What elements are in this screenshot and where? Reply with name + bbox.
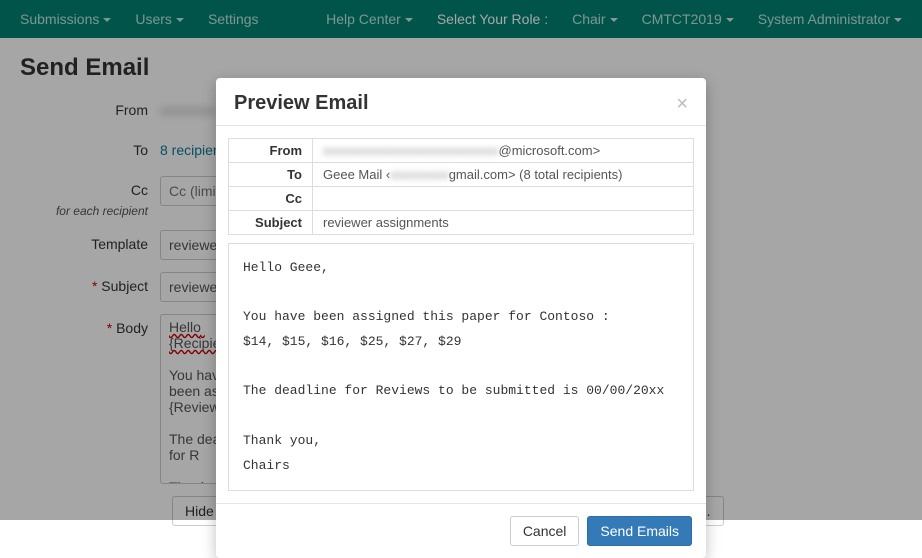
hdr-from-label: From	[229, 139, 313, 163]
hdr-from-value: xxxxxxxxxxxxxxxxxxxxxxxxxxx@microsoft.co…	[313, 139, 694, 163]
hdr-subject-value: reviewer assignments	[313, 211, 694, 235]
modal-header: Preview Email ×	[216, 78, 706, 126]
hdr-cc-label: Cc	[229, 187, 313, 211]
modal-title: Preview Email	[234, 92, 676, 115]
hdr-cc-value	[313, 187, 694, 211]
hdr-from-suffix: @microsoft.com>	[499, 143, 601, 158]
close-icon[interactable]: ×	[676, 94, 688, 114]
hdr-to-prefix: Geee Mail ‹	[323, 167, 390, 182]
hdr-to-label: To	[229, 163, 313, 187]
hdr-subject-label: Subject	[229, 211, 313, 235]
email-body-preview: Hello Geee, You have been assigned this …	[228, 243, 694, 491]
cancel-button[interactable]: Cancel	[510, 516, 580, 546]
hdr-to-blur: xxxxxxxxx	[390, 167, 449, 182]
hdr-subject-row: Subject reviewer assignments	[229, 211, 694, 235]
modal-body: From xxxxxxxxxxxxxxxxxxxxxxxxxxx@microso…	[216, 126, 706, 503]
hdr-from-row: From xxxxxxxxxxxxxxxxxxxxxxxxxxx@microso…	[229, 139, 694, 163]
hdr-to-row: To Geee Mail ‹xxxxxxxxxgmail.com> (8 tot…	[229, 163, 694, 187]
hdr-from-blur: xxxxxxxxxxxxxxxxxxxxxxxxxxx	[323, 143, 499, 158]
hdr-cc-row: Cc	[229, 187, 694, 211]
preview-email-modal: Preview Email × From xxxxxxxxxxxxxxxxxxx…	[216, 78, 706, 558]
hdr-to-value: Geee Mail ‹xxxxxxxxxgmail.com> (8 total …	[313, 163, 694, 187]
modal-overlay: Preview Email × From xxxxxxxxxxxxxxxxxxx…	[0, 0, 922, 520]
email-header-table: From xxxxxxxxxxxxxxxxxxxxxxxxxxx@microso…	[228, 138, 694, 235]
hdr-to-suffix: gmail.com> (8 total recipients)	[449, 167, 623, 182]
send-emails-button[interactable]: Send Emails	[587, 516, 692, 546]
modal-footer: Cancel Send Emails	[216, 503, 706, 558]
